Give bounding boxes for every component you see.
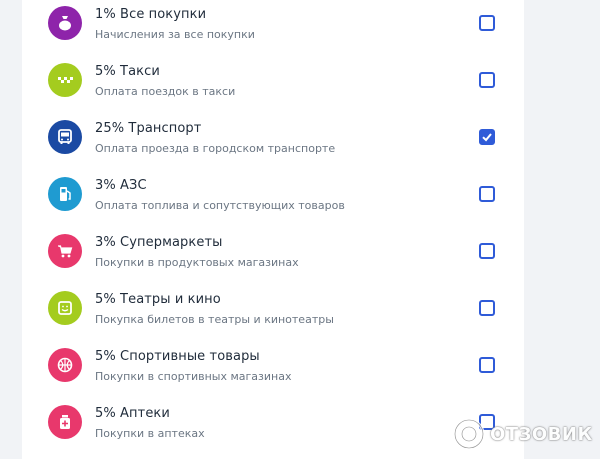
shopping-cart-icon <box>48 234 82 268</box>
category-title: 5% Аптеки <box>95 406 170 421</box>
category-item-theaters-cinema[interactable]: 5% Театры и кино Покупка билетов в театр… <box>22 285 524 342</box>
category-checkbox[interactable] <box>479 72 495 88</box>
category-title: 5% Такси <box>95 64 160 79</box>
category-item-taxi[interactable]: 5% Такси Оплата поездок в такси <box>22 57 524 114</box>
category-checkbox[interactable] <box>479 243 495 259</box>
category-item-pharmacies[interactable]: 5% Аптеки Покупки в аптеках <box>22 399 524 456</box>
bus-icon <box>48 120 82 154</box>
category-subtitle: Оплата топлива и сопутствующих товаров <box>95 199 345 212</box>
watermark-text: ОТЗОВИК <box>490 423 593 445</box>
cashback-categories-panel: 1% Все покупки Начисления за все покупки… <box>22 0 524 459</box>
category-subtitle: Оплата проезда в городском транспорте <box>95 142 336 155</box>
category-checkbox[interactable] <box>479 300 495 316</box>
category-title: 5% Спортивные товары <box>95 349 260 364</box>
category-checkbox[interactable] <box>479 186 495 202</box>
category-checkbox[interactable] <box>479 129 495 145</box>
medicine-bottle-icon <box>48 405 82 439</box>
category-title: 1% Все покупки <box>95 7 207 22</box>
category-subtitle: Оплата поездок в такси <box>95 85 236 98</box>
category-title: 5% Театры и кино <box>95 292 221 307</box>
category-title: 3% АЗС <box>95 178 147 193</box>
check-icon <box>482 133 492 142</box>
category-item-gas-station[interactable]: 3% АЗС Оплата топлива и сопутствующих то… <box>22 171 524 228</box>
category-checkbox[interactable] <box>479 15 495 31</box>
watermark-logo-icon <box>453 418 485 450</box>
ticket-smile-icon <box>48 291 82 325</box>
category-checkbox[interactable] <box>479 357 495 373</box>
category-item-supermarkets[interactable]: 3% Супермаркеты Покупки в продуктовых ма… <box>22 228 524 285</box>
taxi-checker-icon <box>48 63 82 97</box>
category-subtitle: Покупки в спортивных магазинах <box>95 370 292 383</box>
category-subtitle: Покупки в аптеках <box>95 427 205 440</box>
category-subtitle: Начисления за все покупки <box>95 28 255 41</box>
category-subtitle: Покупка билетов в театры и кинотеатры <box>95 313 334 326</box>
category-title: 25% Транспорт <box>95 121 202 136</box>
fuel-pump-icon <box>48 177 82 211</box>
ball-icon <box>48 348 82 382</box>
category-item-all-purchases[interactable]: 1% Все покупки Начисления за все покупки <box>22 0 524 57</box>
category-subtitle: Покупки в продуктовых магазинах <box>95 256 299 269</box>
category-item-transport[interactable]: 25% Транспорт Оплата проезда в городском… <box>22 114 524 171</box>
watermark: ОТЗОВИК <box>452 414 593 454</box>
category-item-sports-goods[interactable]: 5% Спортивные товары Покупки в спортивны… <box>22 342 524 399</box>
money-bag-icon <box>48 6 82 40</box>
category-title: 3% Супермаркеты <box>95 235 223 250</box>
